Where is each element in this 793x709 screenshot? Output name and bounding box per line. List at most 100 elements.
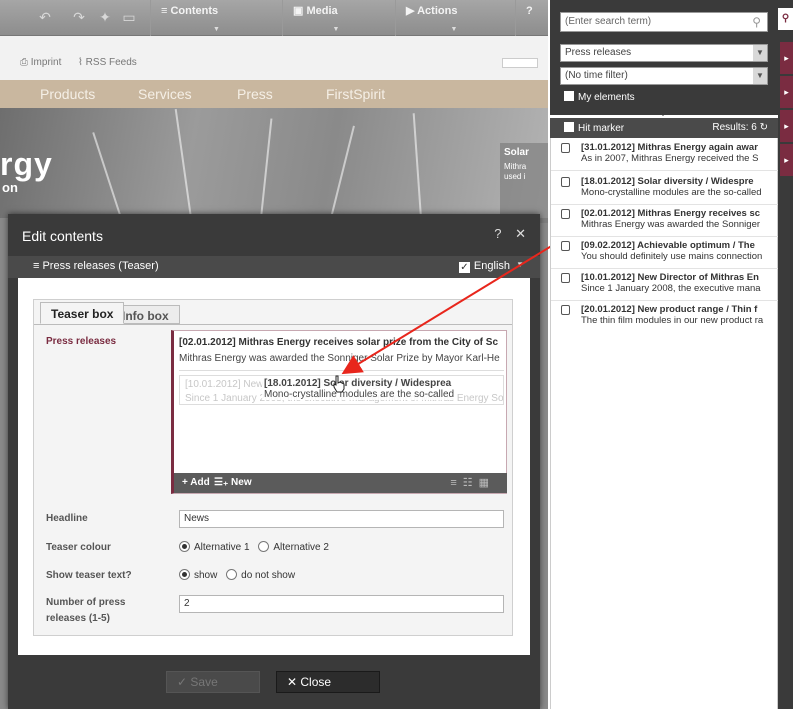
caret-down-icon: ▼ xyxy=(332,26,340,33)
result-item[interactable]: [18.01.2012] Solar diversity / Widespre M… xyxy=(561,176,769,198)
headline-label: Headline xyxy=(46,513,88,524)
result-text: As in 2007, Mithras Energy received the … xyxy=(581,153,759,164)
dialog-subheader: ≡ Press releases (Teaser) ✓ English ▼ xyxy=(8,256,540,278)
add-button[interactable]: + Add xyxy=(182,477,210,488)
tab-teaser-box[interactable]: Teaser box xyxy=(40,302,125,324)
teaser-colour-option-1[interactable]: Alternative 1 xyxy=(179,541,250,553)
help-button[interactable]: ? xyxy=(515,0,548,36)
save-button[interactable]: ✓ Save xyxy=(166,671,260,693)
rss-label: RSS Feeds xyxy=(85,57,137,68)
result-title: [18.01.2012] Solar diversity / Widespre xyxy=(581,176,754,187)
search-icon[interactable]: ⚲ xyxy=(752,15,761,29)
search-filters: (Enter search term) ⚲ Press releases ▼ (… xyxy=(550,0,778,115)
my-elements-checkbox[interactable]: My elements xyxy=(564,91,635,103)
tool-button[interactable]: ▸ xyxy=(780,42,793,74)
media-menu[interactable]: ▣ Media ▼ xyxy=(282,0,382,36)
actions-menu[interactable]: ▶ Actions ▼ xyxy=(395,0,505,36)
rss-link[interactable]: ⌇ RSS Feeds xyxy=(78,57,137,68)
site-main-nav: Products Services Press FirstSpirit xyxy=(0,80,548,108)
my-elements-label: My elements xyxy=(578,92,635,103)
form-panel: Teaser box Info box Press releases [02.0… xyxy=(33,299,513,636)
new-label: New xyxy=(231,477,252,488)
language-selector[interactable]: ✓ English xyxy=(458,260,510,273)
undo-icon[interactable]: ↶ xyxy=(36,8,54,26)
side-tool-strip: ⚲ ▸ ▸ ▸ ▸ xyxy=(778,0,793,709)
nav-press[interactable]: Press xyxy=(237,86,273,102)
hero-banner: rgy on Solar Mithra used i xyxy=(0,108,548,223)
tool-button[interactable]: ▸ xyxy=(780,144,793,176)
divider xyxy=(551,204,779,205)
results-count-label: Results: 6 xyxy=(712,122,757,133)
list-item-title: [02.01.2012] Mithras Energy receives sol… xyxy=(179,337,499,348)
contents-menu[interactable]: ≡ Contents ▼ xyxy=(150,0,275,36)
refresh-icon[interactable]: ↻ xyxy=(760,122,768,133)
result-item[interactable]: [10.01.2012] New Director of Mithras En S… xyxy=(561,272,769,294)
imprint-link[interactable]: ⎙ Imprint xyxy=(20,57,61,68)
result-title: [02.01.2012] Mithras Energy receives sc xyxy=(581,208,761,219)
tool-button[interactable]: ▸ xyxy=(780,76,793,108)
view-mode-icons[interactable]: ≡☷▦ xyxy=(450,476,495,489)
media-menu-label: Media xyxy=(306,5,338,17)
redo-icon[interactable]: ↷ xyxy=(70,8,88,26)
pin-icon[interactable]: ✦ xyxy=(96,8,114,26)
chevron-down-icon: ▼ xyxy=(753,45,767,61)
play-icon: ▶ xyxy=(406,5,418,17)
new-button[interactable]: ☰₊ New xyxy=(214,477,252,488)
teaser-colour-label: Teaser colour xyxy=(46,542,111,553)
result-item[interactable]: [31.01.2012] Mithras Energy again awar As… xyxy=(561,142,769,164)
media-icon: ▣ xyxy=(293,5,307,17)
number-label: Number of press xyxy=(46,597,126,608)
nav-services[interactable]: Services xyxy=(138,86,192,102)
grass-blade xyxy=(330,125,355,219)
preview-icon[interactable]: ▭ xyxy=(120,8,138,26)
close-button[interactable]: ✕ Close xyxy=(276,671,380,693)
checkbox-icon xyxy=(564,91,574,101)
number-input[interactable]: 2 xyxy=(179,595,504,613)
dialog-body: Teaser box Info box Press releases [02.0… xyxy=(18,278,530,655)
caret-down-icon[interactable]: ▼ xyxy=(516,260,524,269)
search-placeholder: (Enter search term) xyxy=(565,16,652,27)
type-filter-select[interactable]: Press releases ▼ xyxy=(560,44,768,62)
radio-label: show xyxy=(194,570,218,581)
search-input[interactable]: (Enter search term) ⚲ xyxy=(560,12,768,32)
result-title: [20.01.2012] New product range / Thin f xyxy=(581,304,758,315)
results-list: [31.01.2012] Mithras Energy again awar As… xyxy=(550,138,779,709)
result-text: Since 1 January 2008, the executive mana xyxy=(581,283,761,294)
panel-notch xyxy=(655,108,671,116)
press-releases-list[interactable]: [02.01.2012] Mithras Energy receives sol… xyxy=(171,330,507,494)
result-item[interactable]: [02.01.2012] Mithras Energy receives sc M… xyxy=(561,208,769,230)
result-item[interactable]: [09.02.2012] Achievable optimum / The You… xyxy=(561,240,769,262)
headline-input[interactable]: News xyxy=(179,510,504,528)
hero-side-text: Mithra xyxy=(504,162,527,171)
teaser-colour-radio-group: Alternative 1 Alternative 2 xyxy=(179,541,329,553)
show-teaser-option-hide[interactable]: do not show xyxy=(226,569,295,581)
save-label: Save xyxy=(190,675,218,689)
template-name: ≡ Press releases (Teaser) xyxy=(33,260,159,272)
press-releases-label: Press releases xyxy=(46,336,117,347)
document-icon xyxy=(561,177,570,187)
result-title: [09.02.2012] Achievable optimum / The xyxy=(581,240,755,251)
dialog-close-icon[interactable]: ✕ xyxy=(515,226,526,241)
list-item-text: Mithras Energy was awarded the Sonniger … xyxy=(179,353,500,364)
nav-products[interactable]: Products xyxy=(40,86,95,102)
nav-firstspirit[interactable]: FirstSpirit xyxy=(326,86,385,102)
show-teaser-option-show[interactable]: show xyxy=(179,569,218,581)
radio-selected-icon xyxy=(179,541,190,552)
list-item[interactable]: [02.01.2012] Mithras Energy receives sol… xyxy=(179,337,504,371)
teaser-colour-option-2[interactable]: Alternative 2 xyxy=(258,541,329,553)
radio-icon xyxy=(226,569,238,580)
result-title: [10.01.2012] New Director of Mithras En xyxy=(581,272,759,283)
site-search-box[interactable] xyxy=(502,58,538,68)
time-filter-select[interactable]: (No time filter) ▼ xyxy=(560,67,768,85)
edit-contents-dialog: Edit contents ? ✕ ≡ Press releases (Teas… xyxy=(8,214,540,709)
results-header: Hit marker Results: 6 ↻ xyxy=(550,118,778,138)
search-tab-icon[interactable]: ⚲ xyxy=(778,8,793,30)
dialog-help-button[interactable]: ? xyxy=(494,226,501,241)
language-label: English xyxy=(473,260,510,272)
hero-side-title: Solar xyxy=(504,147,530,158)
type-filter-value: Press releases xyxy=(565,47,632,58)
result-item[interactable]: [20.01.2012] New product range / Thin fT… xyxy=(561,304,769,326)
tool-button[interactable]: ▸ xyxy=(780,110,793,142)
hit-marker-checkbox[interactable]: Hit marker xyxy=(564,122,624,134)
hit-marker-label: Hit marker xyxy=(578,123,625,134)
